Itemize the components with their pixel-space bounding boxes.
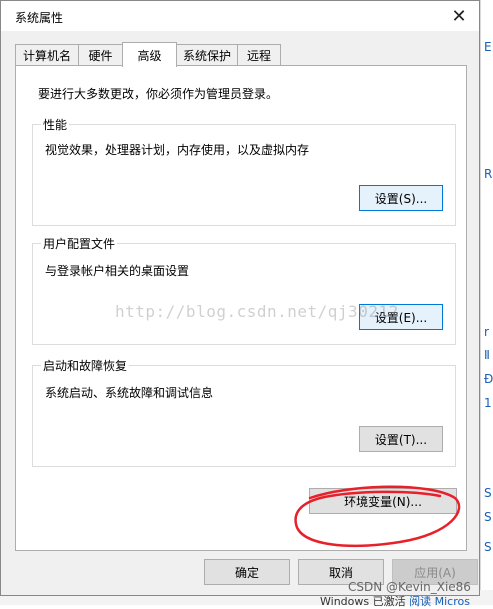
- windows-link[interactable]: 阅读 Micros: [409, 595, 470, 608]
- bg-fragment: R: [484, 167, 493, 181]
- startup-recovery-settings-button[interactable]: 设置(T)...: [359, 426, 443, 452]
- performance-title: 性能: [41, 116, 70, 133]
- tab-system-protection[interactable]: 系统保护: [176, 44, 238, 65]
- performance-description: 视觉效果，处理器计划，内存使用，以及虚拟内存: [45, 143, 310, 157]
- tab-hardware[interactable]: 硬件: [78, 44, 123, 65]
- user-profiles-description: 与登录帐户相关的桌面设置: [45, 264, 190, 278]
- tab-computer-name[interactable]: 计算机名: [15, 44, 79, 65]
- background-window-edge: E R r Ⅱ Ð 1 S S S: [480, 0, 493, 605]
- startup-recovery-description: 系统启动、系统故障和调试信息: [45, 386, 214, 400]
- blog-watermark: http://blog.csdn.net/qj30212: [115, 302, 399, 321]
- title-bar: 系统属性 ✕: [1, 1, 479, 31]
- bg-fragment: S: [484, 510, 492, 524]
- startup-recovery-title: 启动和故障恢复: [41, 357, 130, 374]
- dialog-title: 系统属性: [15, 11, 64, 25]
- bg-fragment: S: [484, 540, 492, 554]
- bg-fragment: S: [484, 486, 492, 500]
- admin-notice: 要进行大多数更改，你必须作为管理员登录。: [38, 87, 279, 101]
- bg-fragment: 1: [484, 396, 492, 410]
- performance-group: 性能 视觉效果，处理器计划，内存使用，以及虚拟内存 设置(S)...: [32, 116, 456, 226]
- user-profiles-title: 用户配置文件: [41, 235, 118, 252]
- user-profiles-group: 用户配置文件 与登录帐户相关的桌面设置 设置(E)...: [32, 235, 456, 345]
- bg-fragment: E: [484, 40, 492, 54]
- tab-advanced[interactable]: 高级: [122, 42, 177, 67]
- tab-remote[interactable]: 远程: [237, 44, 281, 65]
- close-icon[interactable]: ✕: [439, 1, 479, 31]
- bg-fragment: r: [484, 325, 489, 339]
- performance-settings-button[interactable]: 设置(S)...: [359, 185, 443, 211]
- red-annotation-ellipse: [294, 485, 461, 548]
- bg-fragment: Ð: [484, 372, 493, 386]
- bg-fragment: Ⅱ: [484, 348, 490, 362]
- csdn-credit: CSDN @Kevin_Xie86: [348, 580, 471, 594]
- startup-recovery-group: 启动和故障恢复 系统启动、系统故障和调试信息 设置(T)...: [32, 357, 456, 467]
- ok-button[interactable]: 确定: [204, 559, 290, 585]
